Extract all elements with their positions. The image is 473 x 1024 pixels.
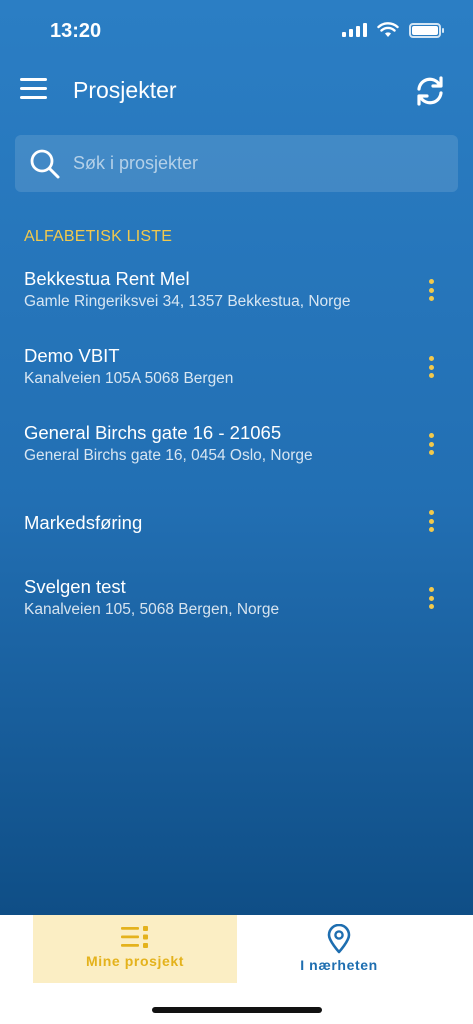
tab-label: I nærheten bbox=[300, 957, 378, 973]
project-name: Svelgen test bbox=[24, 576, 126, 597]
status-bar: 13:20 bbox=[0, 0, 473, 60]
project-name: Demo VBIT bbox=[24, 345, 120, 366]
app-screen: 13:20 Prosjekter Søk i prosjekter ALFABE… bbox=[0, 0, 473, 915]
search-input[interactable] bbox=[73, 143, 443, 183]
home-indicator[interactable] bbox=[152, 1007, 322, 1013]
cellular-signal-icon bbox=[342, 23, 367, 37]
project-address: Kanalveien 105A 5068 Bergen bbox=[24, 370, 234, 387]
header: Prosjekter bbox=[0, 62, 473, 120]
more-options-icon[interactable] bbox=[421, 508, 441, 534]
project-item[interactable]: Markedsføring bbox=[0, 489, 473, 566]
tab-label: Mine prosjekt bbox=[85, 953, 185, 969]
refresh-icon bbox=[417, 76, 443, 106]
project-item[interactable]: Svelgen test Kanalveien 105, 5068 Bergen… bbox=[0, 566, 473, 643]
list-icon bbox=[121, 926, 148, 948]
more-options-icon[interactable] bbox=[421, 354, 441, 380]
page-title: Prosjekter bbox=[73, 77, 177, 103]
project-item[interactable]: Bekkestua Rent Mel Gamle Ringeriksvei 34… bbox=[0, 258, 473, 335]
project-address: Kanalveien 105, 5068 Bergen, Norge bbox=[24, 601, 280, 618]
project-name: Markedsføring bbox=[24, 512, 143, 533]
refresh-button[interactable] bbox=[413, 74, 447, 108]
tab-mine-prosjekt[interactable]: Mine prosjekt bbox=[33, 915, 237, 983]
project-item[interactable]: Demo VBIT Kanalveien 105A 5068 Bergen bbox=[0, 335, 473, 412]
search-icon bbox=[30, 149, 60, 179]
wifi-icon bbox=[377, 22, 399, 37]
project-list: Bekkestua Rent Mel Gamle Ringeriksvei 34… bbox=[0, 258, 473, 643]
bottom-tab-bar: Mine prosjekt I nærheten bbox=[0, 915, 473, 1024]
project-address: General Birchs gate 16, 0454 Oslo, Norge bbox=[24, 447, 313, 464]
project-address: Gamle Ringeriksvei 34, 1357 Bekkestua, N… bbox=[24, 293, 351, 310]
more-options-icon[interactable] bbox=[421, 431, 441, 457]
project-name: Bekkestua Rent Mel bbox=[24, 268, 190, 289]
section-label: ALFABETISK LISTE bbox=[24, 228, 173, 245]
more-options-icon[interactable] bbox=[421, 585, 441, 611]
status-time: 13:20 bbox=[50, 20, 102, 42]
location-pin-icon bbox=[327, 924, 351, 954]
status-icons bbox=[342, 22, 444, 38]
project-item[interactable]: General Birchs gate 16 - 21065 General B… bbox=[0, 412, 473, 489]
battery-icon bbox=[409, 22, 444, 38]
tab-i-naerheten[interactable]: I nærheten bbox=[237, 915, 441, 983]
project-name: General Birchs gate 16 - 21065 bbox=[24, 422, 282, 443]
hamburger-menu-button[interactable] bbox=[20, 78, 47, 102]
more-options-icon[interactable] bbox=[421, 277, 441, 303]
search-bar bbox=[15, 135, 458, 192]
